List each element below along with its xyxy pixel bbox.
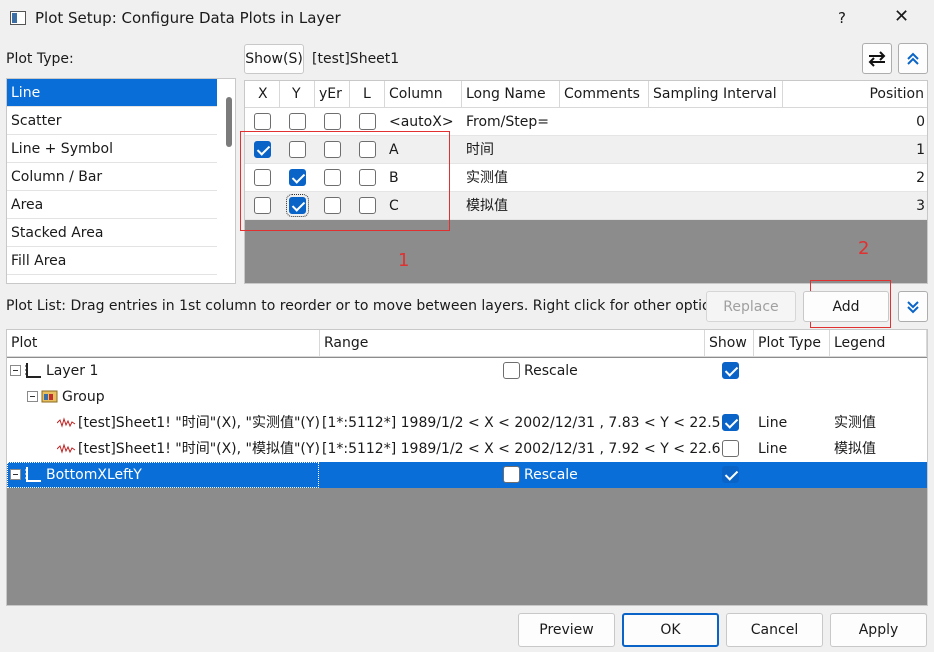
tree-row-layer-selected[interactable]: BottomXLeftY Rescale xyxy=(7,462,927,488)
replace-button[interactable]: Replace xyxy=(706,291,796,322)
cancel-button[interactable]: Cancel xyxy=(726,613,823,647)
collapse-icon[interactable] xyxy=(27,391,38,402)
layer-name: Layer 1 xyxy=(46,363,99,379)
plot-type-item-fill-area[interactable]: Fill Area xyxy=(7,247,217,275)
plot-range: [1*:5112*] 1989/1/2 < X < 2002/12/31 , 7… xyxy=(322,441,730,457)
tree-header-legend[interactable]: Legend xyxy=(830,330,927,357)
rescale-label: Rescale xyxy=(524,467,578,483)
group-folder-icon xyxy=(41,390,58,403)
preview-button[interactable]: Preview xyxy=(518,613,615,647)
show-checkbox[interactable] xyxy=(722,414,739,431)
layer-icon xyxy=(25,363,41,378)
plot-list-label: Plot List: Drag entries in 1st column to… xyxy=(6,298,732,314)
col-header-sampling-interval[interactable]: Sampling Interval xyxy=(649,81,783,108)
plot-type: Line xyxy=(758,415,788,431)
plot-type-item-area[interactable]: Area xyxy=(7,191,217,219)
long-name: From/Step= xyxy=(466,114,550,130)
col-header-position[interactable]: Position xyxy=(783,81,927,108)
position: 2 xyxy=(916,170,925,186)
col-header-column[interactable]: Column xyxy=(385,81,462,108)
plot-list-tree: Plot Range Show Plot Type Legend Layer 1… xyxy=(6,329,928,606)
col-header-long-name[interactable]: Long Name xyxy=(462,81,560,108)
annotation-label-2: 2 xyxy=(858,238,870,259)
rescale-label: Rescale xyxy=(524,363,578,379)
long-name: 实测值 xyxy=(466,170,508,186)
x-checkbox[interactable] xyxy=(254,113,271,130)
plot-type-list: Line Scatter Line + Symbol Column / Bar … xyxy=(6,78,236,284)
focus-outline xyxy=(7,462,319,488)
yer-checkbox[interactable] xyxy=(324,113,341,130)
col-header-x[interactable]: X xyxy=(245,81,280,108)
position: 1 xyxy=(916,142,925,158)
plot-type-scrollbar[interactable] xyxy=(226,97,232,147)
plot-name: [test]Sheet1! "时间"(X), "实测值"(Y) xyxy=(78,415,320,431)
rescale-checkbox[interactable] xyxy=(503,362,520,379)
tree-header-range[interactable]: Range xyxy=(320,330,705,357)
y-checkbox[interactable] xyxy=(289,113,306,130)
show-checkbox[interactable] xyxy=(722,362,739,379)
position: 0 xyxy=(916,114,925,130)
collapse-up-icon[interactable] xyxy=(898,43,928,74)
plot-type-item-stacked-area[interactable]: Stacked Area xyxy=(7,219,217,247)
line-plot-icon xyxy=(57,417,76,428)
plot-legend: 模拟值 xyxy=(834,441,876,457)
show-button[interactable]: Show(S) xyxy=(244,44,304,74)
plot-name: [test]Sheet1! "时间"(X), "模拟值"(Y) xyxy=(78,441,320,457)
long-name: 时间 xyxy=(466,142,494,158)
collapse-icon[interactable] xyxy=(10,365,21,376)
col-header-comments[interactable]: Comments xyxy=(560,81,649,108)
app-icon xyxy=(10,11,26,25)
tree-row-plot[interactable]: [test]Sheet1! "时间"(X), "模拟值"(Y) [1*:5112… xyxy=(7,436,927,462)
plot-type-item-column-bar[interactable]: Column / Bar xyxy=(7,163,217,191)
ok-button[interactable]: OK xyxy=(622,613,719,647)
plot-type: Line xyxy=(758,441,788,457)
tree-row-plot[interactable]: [test]Sheet1! "时间"(X), "实测值"(Y) [1*:5112… xyxy=(7,410,927,436)
title-bar: Plot Setup: Configure Data Plots in Laye… xyxy=(0,0,934,38)
show-checkbox[interactable] xyxy=(722,440,739,457)
col-header-l[interactable]: L xyxy=(350,81,385,108)
plot-type-item-line[interactable]: Line xyxy=(7,79,217,107)
col-header-y[interactable]: Y xyxy=(280,81,315,108)
rescale-checkbox[interactable] xyxy=(503,466,520,483)
plot-type-item-scatter[interactable]: Scatter xyxy=(7,107,217,135)
window-title: Plot Setup: Configure Data Plots in Laye… xyxy=(35,9,341,27)
tree-header-show[interactable]: Show xyxy=(705,330,754,357)
line-plot-icon xyxy=(57,443,76,454)
close-button[interactable]: ✕ xyxy=(894,6,909,27)
expand-down-icon[interactable] xyxy=(898,291,928,322)
tree-header-plot-type[interactable]: Plot Type xyxy=(754,330,830,357)
annotation-label-1: 1 xyxy=(398,250,410,271)
help-button[interactable]: ? xyxy=(838,9,846,27)
annotation-box-1 xyxy=(240,131,450,231)
show-checkbox[interactable] xyxy=(722,466,739,483)
plot-type-label: Plot Type: xyxy=(6,51,74,67)
long-name: 模拟值 xyxy=(466,198,508,214)
col-header-yer[interactable]: yEr xyxy=(315,81,350,108)
tree-header-plot[interactable]: Plot xyxy=(7,330,320,357)
group-name: Group xyxy=(62,389,105,405)
plot-range: [1*:5112*] 1989/1/2 < X < 2002/12/31 , 7… xyxy=(322,415,721,431)
apply-button[interactable]: Apply xyxy=(830,613,927,647)
plot-type-item-line-symbol[interactable]: Line + Symbol xyxy=(7,135,217,163)
position: 3 xyxy=(916,198,925,214)
swap-icon[interactable] xyxy=(862,43,892,74)
tree-row-layer-1[interactable]: Layer 1 Rescale xyxy=(7,358,927,384)
sheet-name: [test]Sheet1 xyxy=(312,51,400,67)
plot-legend: 实测值 xyxy=(834,415,876,431)
l-checkbox[interactable] xyxy=(359,113,376,130)
add-button[interactable]: Add xyxy=(803,291,889,322)
tree-row-group[interactable]: Group xyxy=(7,384,927,410)
